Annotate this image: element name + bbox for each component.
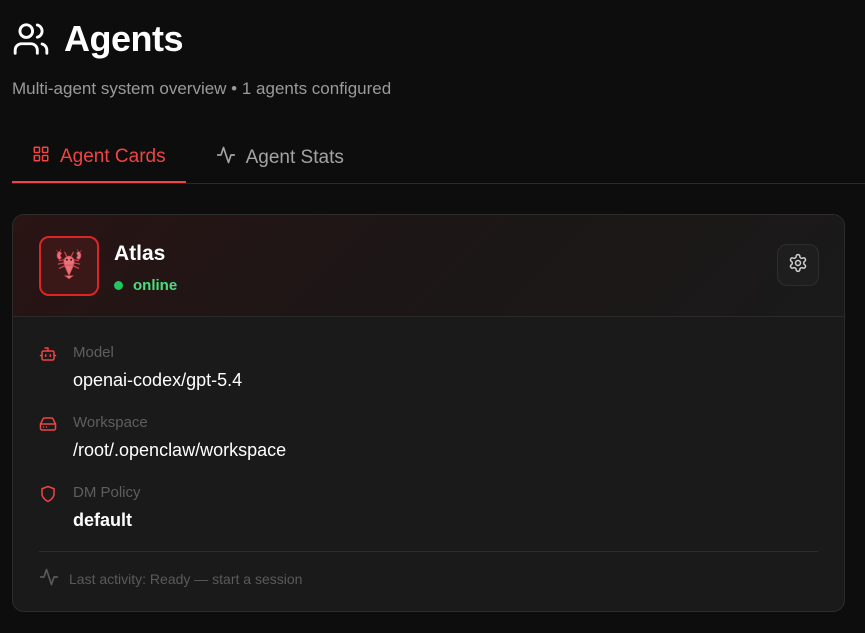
model-value: openai-codex/gpt-5.4 — [73, 370, 243, 390]
activity-icon — [216, 145, 236, 171]
status-dot — [114, 281, 123, 290]
last-activity-text: Last activity: Ready — start a session — [69, 570, 303, 587]
model-label: Model — [73, 344, 114, 361]
gear-icon — [788, 253, 808, 278]
agent-name: Atlas — [114, 242, 166, 265]
tab-bar: Agent Cards Agent Stats — [12, 132, 865, 184]
dm-policy-value: default — [73, 510, 133, 530]
bot-icon — [39, 345, 59, 365]
dm-policy-label: DM Policy — [73, 484, 141, 501]
users-icon — [12, 20, 50, 58]
settings-button[interactable] — [777, 244, 819, 286]
activity-icon — [39, 567, 59, 590]
agent-card[interactable]: Atlas online Model openai-codex/gpt-5.4 … — [12, 214, 845, 612]
status-text: online — [133, 277, 178, 294]
last-activity: Last activity: Ready — start a session — [39, 567, 302, 590]
status-badge: online — [114, 277, 177, 294]
grid-icon — [32, 145, 50, 169]
agents-page: Agents Multi-agent system overview • 1 a… — [0, 0, 865, 633]
shield-icon — [39, 485, 59, 505]
hard-drive-icon — [39, 415, 59, 435]
workspace-value: /root/.openclaw/workspace — [73, 440, 287, 460]
agent-avatar — [39, 236, 99, 296]
lobster-icon — [52, 247, 86, 286]
page-subtitle: Multi-agent system overview • 1 agents c… — [12, 79, 392, 98]
card-divider — [39, 551, 818, 552]
agent-card-header: Atlas online — [13, 215, 844, 317]
tab-agent-cards[interactable]: Agent Cards — [12, 132, 186, 183]
page-header: Agents — [12, 18, 184, 60]
tab-label: Agent Cards — [60, 145, 166, 167]
tab-label: Agent Stats — [245, 146, 344, 168]
tab-agent-stats[interactable]: Agent Stats — [186, 132, 364, 183]
workspace-label: Workspace — [73, 414, 148, 431]
page-title: Agents — [64, 18, 184, 59]
